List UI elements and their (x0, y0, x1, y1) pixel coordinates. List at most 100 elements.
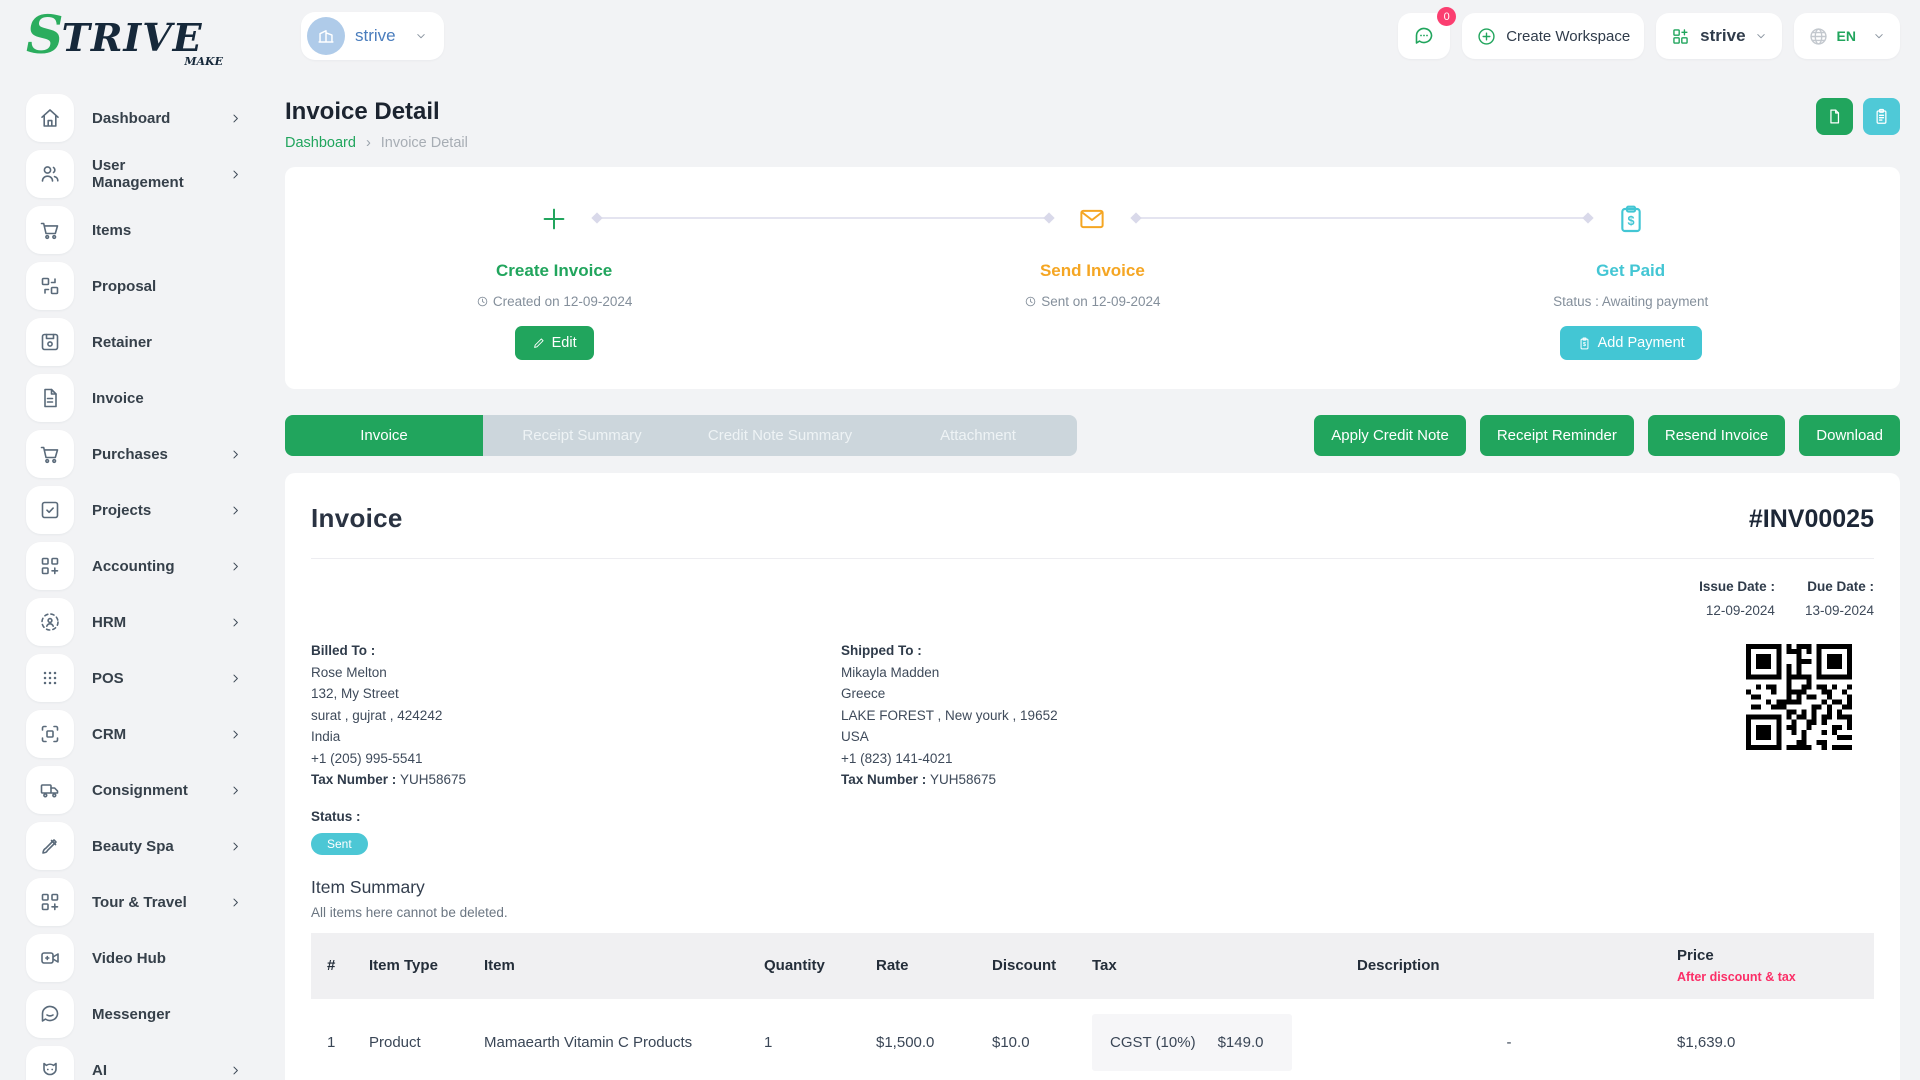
item-summary-note: All items here cannot be deleted. (311, 905, 1874, 920)
sidebar-item-label: AI (92, 1062, 107, 1079)
sidebar-item-ai[interactable]: AI (26, 1046, 243, 1080)
sidebar-item-pos[interactable]: POS (26, 654, 243, 702)
column-header-item: Item (468, 957, 748, 974)
clipboard-icon (1872, 107, 1891, 126)
sidebar-item-invoice[interactable]: Invoice (26, 374, 243, 422)
breadcrumb-dashboard-link[interactable]: Dashboard (285, 135, 356, 151)
step-meta-text: Status : Awaiting payment (1553, 294, 1708, 309)
sidebar-item-label: Retainer (92, 334, 152, 351)
address-line: USA (841, 730, 1058, 743)
sidebar-item-consignment[interactable]: Consignment (26, 766, 243, 814)
column-header-label: Item Type (369, 957, 468, 974)
stepper-connector (595, 217, 1050, 219)
chevron-right-icon (228, 503, 243, 518)
step-meta-text: Created on 12-09-2024 (493, 294, 633, 309)
logo-s: S (26, 14, 62, 58)
sidebar-item-items[interactable]: Items (26, 206, 243, 254)
sidebar-item-crm[interactable]: CRM (26, 710, 243, 758)
sidebar-item-user-management[interactable]: User Management (26, 150, 243, 198)
step-meta: Status : Awaiting payment (1362, 294, 1900, 309)
create-workspace-button[interactable]: Create Workspace (1462, 13, 1644, 59)
page-title: Invoice Detail (285, 98, 468, 126)
apply-credit-note-button[interactable]: Apply Credit Note (1314, 415, 1466, 456)
column-header-discount: Discount (976, 957, 1076, 974)
top-header: STRIVE MAKE strive 0 Create Workspace st… (0, 0, 1920, 72)
chevron-right-icon (228, 559, 243, 574)
resend-invoice-button[interactable]: Resend Invoice (1648, 415, 1785, 456)
brush-icon (26, 822, 74, 870)
tax-number-line: Tax Number : YUH58675 (311, 773, 841, 786)
svg-text:$: $ (1627, 214, 1634, 228)
price-subnote: After discount & tax (1677, 970, 1874, 984)
sidebar-item-label: User Management (92, 157, 210, 191)
chevron-down-icon (1872, 29, 1886, 43)
workspace-selector[interactable]: strive (301, 12, 444, 60)
table-row: 1ProductMamaearth Vitamin C Products1$1,… (311, 999, 1874, 1080)
tax-number-label: Tax Number : (841, 772, 930, 787)
sidebar-item-label: Projects (92, 502, 151, 519)
sidebar-item-label: HRM (92, 614, 126, 631)
app-logo[interactable]: STRIVE MAKE (26, 14, 241, 58)
grid-plus-icon (26, 878, 74, 926)
sidebar: Dashboard User Management Items Proposal Ret… (0, 72, 265, 1080)
sidebar-item-label: Items (92, 222, 131, 239)
language-selector[interactable]: EN (1794, 13, 1900, 59)
sidebar-item-hrm[interactable]: HRM (26, 598, 243, 646)
tax-cell: CGST (10%)$149.0 (1076, 1014, 1341, 1071)
sidebar-item-video-hub[interactable]: Video Hub (26, 934, 243, 982)
column-header-label: Rate (876, 957, 976, 974)
grid-plus-icon (26, 542, 74, 590)
tab-receipt-summary[interactable]: Receipt Summary (483, 415, 681, 456)
sidebar-item-purchases[interactable]: Purchases (26, 430, 243, 478)
chat-badge: 0 (1437, 7, 1456, 26)
envelope-icon (823, 201, 1361, 237)
add-payment-button[interactable]: $Add Payment (1560, 326, 1702, 360)
column-header-label: Description (1357, 957, 1661, 974)
discount-cell: $10.0 (976, 1034, 1076, 1051)
download-button[interactable]: Download (1799, 415, 1900, 456)
ai-icon (26, 1046, 74, 1080)
chevron-right-icon (228, 895, 243, 910)
receipt-reminder-button[interactable]: Receipt Reminder (1480, 415, 1634, 456)
address-label: Billed To : (311, 644, 841, 657)
sidebar-item-accounting[interactable]: Accounting (26, 542, 243, 590)
column-header-label: Price (1677, 947, 1874, 964)
address-line: LAKE FOREST , New yourk , 19652 (841, 709, 1058, 722)
sidebar-item-beauty-spa[interactable]: Beauty Spa (26, 822, 243, 870)
workspace-quick-button[interactable]: strive (1656, 13, 1781, 59)
button-label: Edit (552, 335, 577, 351)
column-header-item-type: Item Type (353, 957, 468, 974)
tax-name: CGST (10%) (1110, 1034, 1196, 1051)
check-square-icon (26, 486, 74, 534)
sidebar-item-label: Purchases (92, 446, 168, 463)
clock-icon (1024, 295, 1037, 308)
address-line: +1 (823) 141-4021 (841, 752, 1058, 765)
stepper-connector (1134, 217, 1589, 219)
sidebar-item-tour-travel[interactable]: Tour & Travel (26, 878, 243, 926)
sidebar-item-retainer[interactable]: Retainer (26, 318, 243, 366)
tab-invoice[interactable]: Invoice (285, 415, 483, 456)
item-type-cell: Product (353, 1034, 468, 1051)
item-name-cell: Mamaearth Vitamin C Products (468, 1034, 748, 1051)
export-document-button[interactable] (1816, 98, 1853, 135)
column-header-label: Tax (1092, 957, 1341, 974)
invoice-number: #INV00025 (1749, 505, 1874, 534)
chevron-right-icon (228, 727, 243, 742)
address-line: 132, My Street (311, 687, 841, 700)
sidebar-item-messenger[interactable]: Messenger (26, 990, 243, 1038)
edit-button[interactable]: Edit (515, 326, 594, 360)
chat-button[interactable]: 0 (1398, 13, 1450, 59)
pencil-icon (532, 336, 546, 350)
swap-grid-icon (26, 262, 74, 310)
sidebar-item-projects[interactable]: Projects (26, 486, 243, 534)
sidebar-item-dashboard[interactable]: Dashboard (26, 94, 243, 142)
column-header-label: Quantity (764, 957, 860, 974)
tab-attachment[interactable]: Attachment (879, 415, 1077, 456)
save-icon (26, 318, 74, 366)
copy-clipboard-button[interactable] (1863, 98, 1900, 135)
tab-credit-note-summary[interactable]: Credit Note Summary (681, 415, 879, 456)
sidebar-item-proposal[interactable]: Proposal (26, 262, 243, 310)
due-date-label: Due Date : (1805, 579, 1874, 594)
sidebar-item-label: Messenger (92, 1006, 170, 1023)
svg-text:$: $ (1583, 342, 1586, 348)
